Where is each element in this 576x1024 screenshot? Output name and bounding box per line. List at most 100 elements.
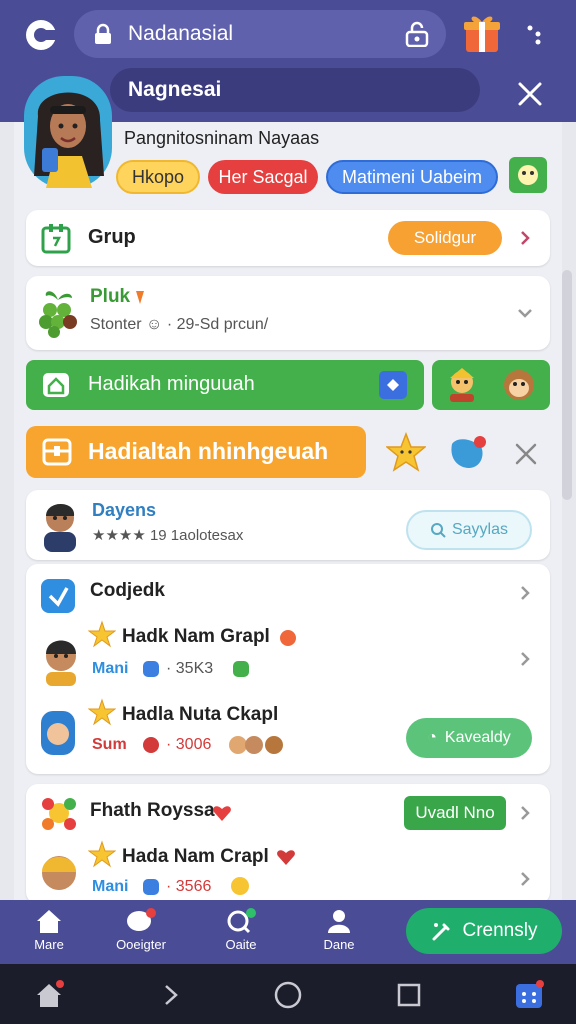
section-fhath-royssa: Fhath Royssa Uvadl Nno Hada Nam Crapl Ma… bbox=[26, 784, 550, 904]
back-icon[interactable] bbox=[156, 980, 186, 1010]
pluk-card[interactable]: Pluk Stonter ☺ · 29-Sd prcun/ bbox=[26, 276, 550, 350]
chevron-right-icon[interactable] bbox=[516, 229, 534, 247]
green-bar-label: Hadikah minguuah bbox=[88, 373, 255, 395]
face-icon bbox=[231, 877, 249, 895]
chevron-right-icon[interactable] bbox=[516, 650, 534, 668]
dayens-rating: ★★★★ 19 1aolotesax bbox=[92, 527, 244, 544]
carrot-icon bbox=[136, 291, 144, 304]
bottom-navigation: Mare Ooeigter Oaite Dane Crennsly bbox=[0, 900, 576, 964]
profile-subtitle: Pangnitosninam Nayaas bbox=[124, 128, 320, 148]
green-action-bar[interactable]: Hadikah minguuah bbox=[26, 360, 424, 410]
grup-card[interactable]: Grup Solidgur bbox=[26, 210, 550, 266]
sayylas-button[interactable]: Sayylas bbox=[406, 510, 532, 550]
star-icon bbox=[88, 620, 116, 648]
search-icon bbox=[227, 908, 256, 934]
orange-bar-label: Hadialtah nhinhgeuah bbox=[88, 438, 329, 464]
address-text: Nadanasial bbox=[128, 22, 234, 45]
row-count: · 3006 bbox=[166, 736, 212, 753]
kavealdy-label: Kavealdy bbox=[444, 729, 511, 746]
address-bar[interactable]: Nadanasial bbox=[74, 10, 446, 58]
row-name: Hadla Nuta Ckapl bbox=[122, 704, 279, 725]
chip-hkopo[interactable]: Hkopo bbox=[116, 160, 200, 194]
avatar bbox=[41, 711, 75, 755]
recents-icon[interactable] bbox=[394, 980, 424, 1010]
row-name: Hadk Nam Grapl bbox=[122, 626, 270, 647]
avatar bbox=[42, 856, 76, 890]
nav-messages[interactable]: Ooeigter bbox=[106, 908, 176, 960]
nav-home-label: Mare bbox=[34, 937, 64, 952]
chip-matimeni[interactable]: Matimeni Uabeim bbox=[326, 160, 498, 194]
heart-icon bbox=[277, 850, 295, 865]
nav-home[interactable]: Mare bbox=[14, 908, 84, 960]
close-icon[interactable] bbox=[512, 76, 548, 112]
chip-her-sacgal[interactable]: Her Sacgal bbox=[208, 160, 318, 194]
chevron-right-icon[interactable] bbox=[516, 804, 534, 822]
share-icon bbox=[41, 579, 75, 613]
green-side-panel[interactable] bbox=[432, 360, 550, 410]
row-source: Mani bbox=[92, 660, 129, 677]
chevron-down-icon[interactable] bbox=[516, 304, 534, 322]
nav-messages-label: Ooeigter bbox=[116, 937, 166, 952]
money-icon bbox=[233, 661, 249, 677]
calendar-icon bbox=[41, 224, 71, 254]
home-icon[interactable] bbox=[34, 980, 64, 1010]
heart-icon bbox=[213, 806, 231, 821]
row-source: Mani bbox=[92, 878, 129, 895]
blue-pet-icon[interactable] bbox=[446, 434, 488, 472]
row-source: Sum bbox=[92, 736, 127, 753]
grup-label: Grup bbox=[88, 226, 136, 248]
chevron-right-icon[interactable] bbox=[516, 870, 534, 888]
fire-icon bbox=[280, 630, 296, 646]
lock-icon bbox=[95, 23, 111, 44]
nav-profile-label: Dane bbox=[323, 937, 355, 952]
nav-search[interactable]: Oaite bbox=[206, 908, 276, 960]
home-circle-icon[interactable] bbox=[273, 980, 303, 1010]
avatar bbox=[44, 504, 76, 552]
character-icon bbox=[450, 368, 474, 402]
pencil-icon bbox=[432, 923, 449, 941]
home-icon bbox=[37, 910, 61, 933]
pluk-title: Pluk bbox=[90, 286, 131, 307]
app-logo-icon[interactable] bbox=[24, 18, 58, 52]
profile-name: Nagnesai bbox=[128, 78, 222, 101]
profile-name-bar: Nagnesai bbox=[110, 68, 480, 112]
sticker-icon[interactable] bbox=[508, 156, 548, 194]
kavealdy-button[interactable]: ◔ Kavealdy bbox=[406, 718, 532, 758]
close-icon[interactable] bbox=[512, 440, 540, 468]
solidgur-button[interactable]: Solidgur bbox=[388, 221, 502, 255]
refresh-icon: ◔ bbox=[427, 729, 437, 746]
gift-icon[interactable] bbox=[460, 10, 504, 54]
uvadl-nno-button[interactable]: Uvadl Nno bbox=[404, 796, 506, 830]
crennsly-label: Crennsly bbox=[462, 920, 538, 941]
section-title: Fhath Royssa bbox=[90, 800, 215, 821]
star-icon bbox=[88, 840, 116, 868]
star-icon bbox=[88, 698, 116, 726]
puzzle-icon[interactable] bbox=[378, 370, 408, 400]
lock-box-icon bbox=[42, 438, 72, 466]
scrollbar[interactable] bbox=[562, 270, 572, 500]
list-item[interactable]: Hada Nam Crapl Mani · 3566 bbox=[26, 840, 550, 904]
avatar bbox=[46, 640, 76, 686]
monkey-icon bbox=[504, 370, 534, 400]
nav-profile[interactable]: Dane bbox=[304, 908, 374, 960]
section-title: Codjedk bbox=[90, 580, 165, 601]
sayylas-label: Sayylas bbox=[451, 521, 509, 538]
more-options-icon[interactable] bbox=[524, 22, 544, 46]
orange-action-bar[interactable]: Hadialtah nhinhgeuah bbox=[26, 426, 366, 478]
star-icon[interactable] bbox=[386, 432, 426, 472]
badge-icon bbox=[143, 879, 159, 895]
list-item[interactable]: Hadk Nam Grapl Mani · 35K3 bbox=[26, 620, 550, 692]
apps-icon[interactable] bbox=[514, 980, 544, 1010]
profile-avatar[interactable] bbox=[24, 76, 112, 188]
chevron-right-icon[interactable] bbox=[516, 584, 534, 602]
grapes-icon bbox=[39, 291, 77, 338]
pluk-subtitle: Stonter ☺ · 29-Sd prcun/ bbox=[90, 316, 269, 333]
dayens-card[interactable]: Dayens ★★★★ 19 1aolotesax Sayylas bbox=[26, 490, 550, 560]
home-icon bbox=[43, 373, 69, 397]
search-icon bbox=[430, 523, 446, 538]
row-count: · 35K3 bbox=[166, 660, 214, 677]
crennsly-button[interactable]: Crennsly bbox=[406, 908, 562, 954]
nav-search-label: Oaite bbox=[225, 937, 257, 952]
row-count: · 3566 bbox=[166, 878, 212, 895]
padlock-icon[interactable] bbox=[404, 21, 430, 47]
